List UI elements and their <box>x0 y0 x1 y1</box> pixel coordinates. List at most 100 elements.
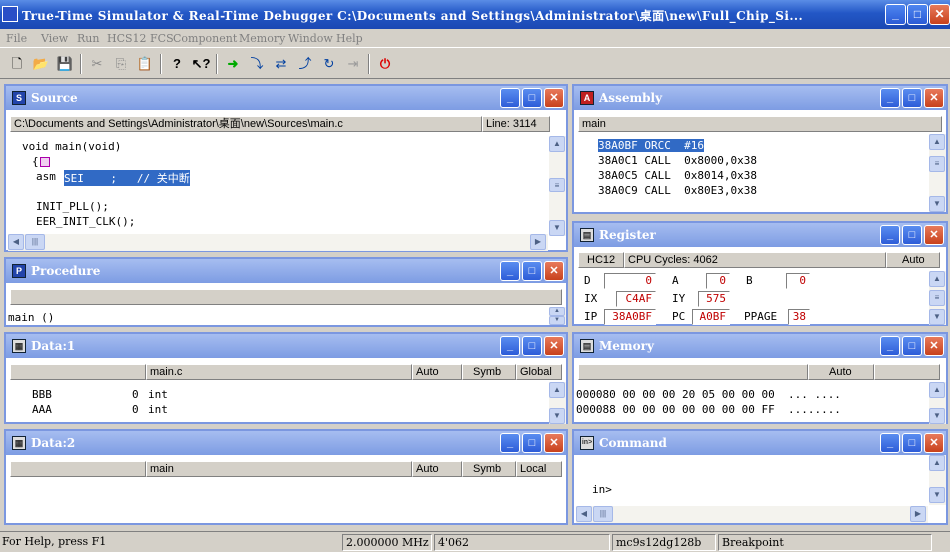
scroll-right-icon[interactable]: ▶ <box>910 506 926 522</box>
data1-format[interactable]: Symb <box>462 364 516 380</box>
instruction-row[interactable]: 38A0C5 CALL 0x8014,0x38 <box>598 169 757 182</box>
scroll-thumb[interactable]: ||| <box>25 234 45 250</box>
memory-mode[interactable]: Auto <box>808 364 874 380</box>
procedure-window-header[interactable]: P Procedure _ □ ✕ <box>6 259 566 283</box>
source-maximize-button[interactable]: □ <box>522 88 542 108</box>
reg-b-value[interactable]: 0 <box>786 273 810 289</box>
command-window-header[interactable]: in> Command _ □ ✕ <box>574 431 946 455</box>
memory-maximize-button[interactable]: □ <box>902 336 922 356</box>
command-maximize-button[interactable]: □ <box>902 433 922 453</box>
scroll-up-icon[interactable]: ▲ <box>929 271 945 287</box>
source-minimize-button[interactable]: _ <box>500 88 520 108</box>
data1-scope[interactable]: Global <box>516 364 562 380</box>
step-over-icon[interactable]: ⇄ <box>270 53 292 75</box>
scroll-thumb[interactable]: ≡ <box>549 178 565 192</box>
command-minimize-button[interactable]: _ <box>880 433 900 453</box>
reg-ppage-value[interactable]: 38 <box>788 309 810 325</box>
variable-value[interactable]: 0 <box>132 388 139 401</box>
scroll-down-icon[interactable]: ▼ <box>929 487 945 503</box>
scroll-down-icon[interactable]: ▼ <box>929 408 945 424</box>
code-line[interactable]: INIT_PLL(); <box>36 200 109 213</box>
menu-hcs12-fcs[interactable]: HCS12 FCS <box>107 32 174 45</box>
variable-name[interactable]: BBB <box>32 388 52 401</box>
scroll-up-icon[interactable]: ▲ <box>929 134 945 150</box>
single-step-icon[interactable]: ⤵ <box>246 53 268 75</box>
procedure-entry[interactable]: main () <box>8 311 54 324</box>
step-out-icon[interactable]: ⤴ <box>294 53 316 75</box>
menu-memory[interactable]: Memory <box>239 32 285 45</box>
cut-icon[interactable]: ✂ <box>86 53 108 75</box>
scroll-thumb[interactable]: ≡ <box>929 290 945 306</box>
source-close-button[interactable]: ✕ <box>544 88 564 108</box>
reg-a-value[interactable]: 0 <box>706 273 730 289</box>
register-minimize-button[interactable]: _ <box>880 225 900 245</box>
memory-row[interactable]: 000080 00 00 00 20 05 00 00 00 ... .... <box>576 388 841 401</box>
memory-bytes[interactable]: 00 00 00 00 00 00 00 FF <box>622 403 774 416</box>
data2-maximize-button[interactable]: □ <box>522 433 542 453</box>
menu-file[interactable]: File <box>6 32 27 45</box>
register-mode[interactable]: Auto <box>886 252 940 268</box>
scroll-up-icon[interactable]: ▲ <box>929 455 945 471</box>
current-instruction[interactable]: 38A0BF ORCC #16 <box>598 139 704 152</box>
scroll-left-icon[interactable]: ◀ <box>8 234 24 250</box>
open-folder-icon[interactable]: 📂 <box>30 53 52 75</box>
reset-icon[interactable]: ⏻ <box>374 53 396 75</box>
register-window-header[interactable]: ▤ Register _ □ ✕ <box>574 223 946 247</box>
menu-run[interactable]: Run <box>77 32 99 45</box>
scroll-up-icon[interactable]: ▲ <box>929 382 945 398</box>
code-line[interactable]: void main(void) <box>22 140 121 153</box>
maximize-button[interactable]: □ <box>907 4 928 25</box>
memory-bytes[interactable]: 00 00 00 20 05 00 00 00 <box>622 388 774 401</box>
save-icon[interactable]: 💾 <box>54 53 76 75</box>
scroll-up-icon[interactable]: ▲ <box>549 382 565 398</box>
scroll-up-icon[interactable]: ▲ <box>549 307 565 316</box>
assembly-minimize-button[interactable]: _ <box>880 88 900 108</box>
variable-value[interactable]: 0 <box>132 403 139 416</box>
menu-window[interactable]: Window <box>288 32 333 45</box>
memory-close-button[interactable]: ✕ <box>924 336 944 356</box>
halt-icon[interactable]: ⇥ <box>342 53 364 75</box>
code-line[interactable]: EER_INIT_CLK(); <box>36 215 135 228</box>
reg-ix-value[interactable]: C4AF <box>616 291 656 307</box>
assembly-step-icon[interactable]: ↻ <box>318 53 340 75</box>
data2-window-header[interactable]: ▦ Data:2 _ □ ✕ <box>6 431 566 455</box>
start-continue-icon[interactable]: ➜ <box>222 53 244 75</box>
data1-close-button[interactable]: ✕ <box>544 336 564 356</box>
command-prompt[interactable]: in> <box>592 483 612 496</box>
command-horizontal-scrollbar[interactable]: ◀ ||| ▶ <box>576 506 928 523</box>
procedure-minimize-button[interactable]: _ <box>500 261 520 281</box>
menu-help[interactable]: Help <box>336 32 363 45</box>
reg-iy-value[interactable]: 575 <box>698 291 730 307</box>
copy-icon[interactable]: ⎘ <box>110 53 132 75</box>
data1-scrollbar[interactable]: ▲ ▼ <box>549 382 566 424</box>
data2-close-button[interactable]: ✕ <box>544 433 564 453</box>
scroll-right-icon[interactable]: ▶ <box>530 234 546 250</box>
scroll-thumb[interactable]: ≡ <box>929 156 945 172</box>
command-close-button[interactable]: ✕ <box>924 433 944 453</box>
close-button[interactable]: ✕ <box>929 4 950 25</box>
reg-d-value[interactable]: 0 <box>604 273 656 289</box>
data1-maximize-button[interactable]: □ <box>522 336 542 356</box>
scroll-down-icon[interactable]: ▼ <box>549 408 565 424</box>
assembly-maximize-button[interactable]: □ <box>902 88 922 108</box>
source-vertical-scrollbar[interactable]: ▲ ≡ ▼ <box>549 136 566 236</box>
memory-window-header[interactable]: ▤ Memory _ □ ✕ <box>574 334 946 358</box>
paste-icon[interactable]: 📋 <box>134 53 156 75</box>
procedure-close-button[interactable]: ✕ <box>544 261 564 281</box>
code-line[interactable]: { <box>32 155 39 168</box>
reg-ip-value[interactable]: 38A0BF <box>604 309 656 325</box>
data2-format[interactable]: Symb <box>462 461 516 477</box>
data1-window-header[interactable]: ▦ Data:1 _ □ ✕ <box>6 334 566 358</box>
data2-mode[interactable]: Auto <box>412 461 462 477</box>
menu-view[interactable]: View <box>41 32 68 45</box>
assembly-scrollbar[interactable]: ▲ ≡ ▼ <box>929 134 946 212</box>
code-line[interactable]: asm <box>36 170 56 183</box>
data1-mode[interactable]: Auto <box>412 364 462 380</box>
app-icon[interactable] <box>2 6 18 22</box>
data2-minimize-button[interactable]: _ <box>500 433 520 453</box>
register-maximize-button[interactable]: □ <box>902 225 922 245</box>
minimize-button[interactable]: _ <box>885 4 906 25</box>
instruction-row[interactable]: 38A0C9 CALL 0x80E3,0x38 <box>598 184 757 197</box>
source-horizontal-scrollbar[interactable]: ◀ ||| ▶ <box>8 234 548 251</box>
register-close-button[interactable]: ✕ <box>924 225 944 245</box>
